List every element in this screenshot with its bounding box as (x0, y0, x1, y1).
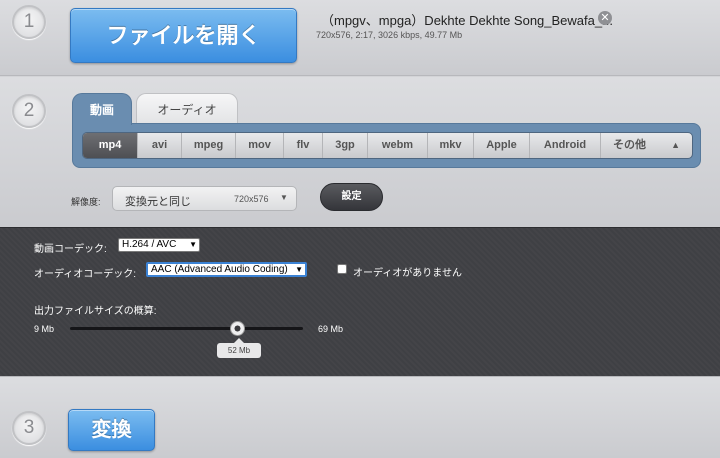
open-file-button[interactable]: ファイルを開く (70, 8, 297, 63)
step2-number: 2 (12, 94, 46, 128)
audio-codec-select[interactable]: AAC (Advanced Audio Coding) ▼ (146, 262, 307, 277)
file-meta: 720x576, 2:17, 3026 kbps, 49.77 Mb (316, 30, 463, 40)
size-slider-track[interactable] (70, 327, 303, 330)
format-more-label: その他 (613, 139, 646, 151)
format-more[interactable]: その他 ▲▼ (601, 133, 692, 158)
resolution-select[interactable]: 変換元と同じ 720x576 ▼ (112, 186, 297, 211)
step1-number: 1 (12, 5, 46, 39)
resolution-label: 解像度: (71, 197, 101, 207)
size-tooltip: 52 Mb (217, 343, 261, 358)
format-mpeg[interactable]: mpeg (182, 133, 236, 158)
convert-button[interactable]: 変換 (68, 409, 155, 451)
remove-file-icon[interactable]: ✕ (598, 11, 612, 25)
no-audio-checkbox[interactable] (337, 264, 347, 274)
step3-number: 3 (12, 411, 46, 445)
format-webm[interactable]: webm (368, 133, 428, 158)
video-codec-value: H.264 / AVC (122, 239, 177, 250)
size-min-label: 9 Mb (34, 324, 55, 334)
chevron-down-icon: ▼ (189, 240, 197, 249)
size-estimate-label: 出力ファイルサイズの概算: (34, 306, 157, 317)
size-slider-knob[interactable] (230, 321, 245, 336)
chevron-down-icon: ▼ (280, 193, 288, 202)
video-codec-label: 動画コーデック: (34, 244, 107, 255)
audio-codec-label: オーディオコーデック: (34, 269, 137, 280)
chevron-down-icon: ▼ (295, 265, 303, 274)
format-3gp[interactable]: 3gp (323, 133, 368, 158)
format-avi[interactable]: avi (138, 133, 182, 158)
updown-arrows-icon: ▲▼ (671, 140, 680, 150)
format-apple[interactable]: Apple (474, 133, 530, 158)
video-codec-select[interactable]: H.264 / AVC ▼ (118, 238, 200, 252)
tab-audio[interactable]: オーディオ (136, 93, 238, 125)
format-bar: mp4 avi mpeg mov flv 3gp webm mkv Apple … (82, 132, 693, 159)
resolution-selected: 変換元と同じ (125, 196, 191, 208)
tab-video[interactable]: 動画 (72, 93, 132, 125)
format-mov[interactable]: mov (236, 133, 284, 158)
resolution-value: 720x576 (234, 194, 269, 204)
format-android[interactable]: Android (530, 133, 601, 158)
format-flv[interactable]: flv (284, 133, 323, 158)
size-max-label: 69 Mb (318, 324, 344, 334)
format-mp4[interactable]: mp4 (83, 133, 138, 158)
file-name: （mpgv、mpga）Dekhte Dekhte Song_Bewafa_... (321, 13, 613, 28)
no-audio-label: オーディオがありません (353, 268, 462, 279)
settings-button[interactable]: 設定 (320, 183, 383, 211)
audio-codec-value: AAC (Advanced Audio Coding) (151, 264, 288, 275)
format-mkv[interactable]: mkv (428, 133, 474, 158)
